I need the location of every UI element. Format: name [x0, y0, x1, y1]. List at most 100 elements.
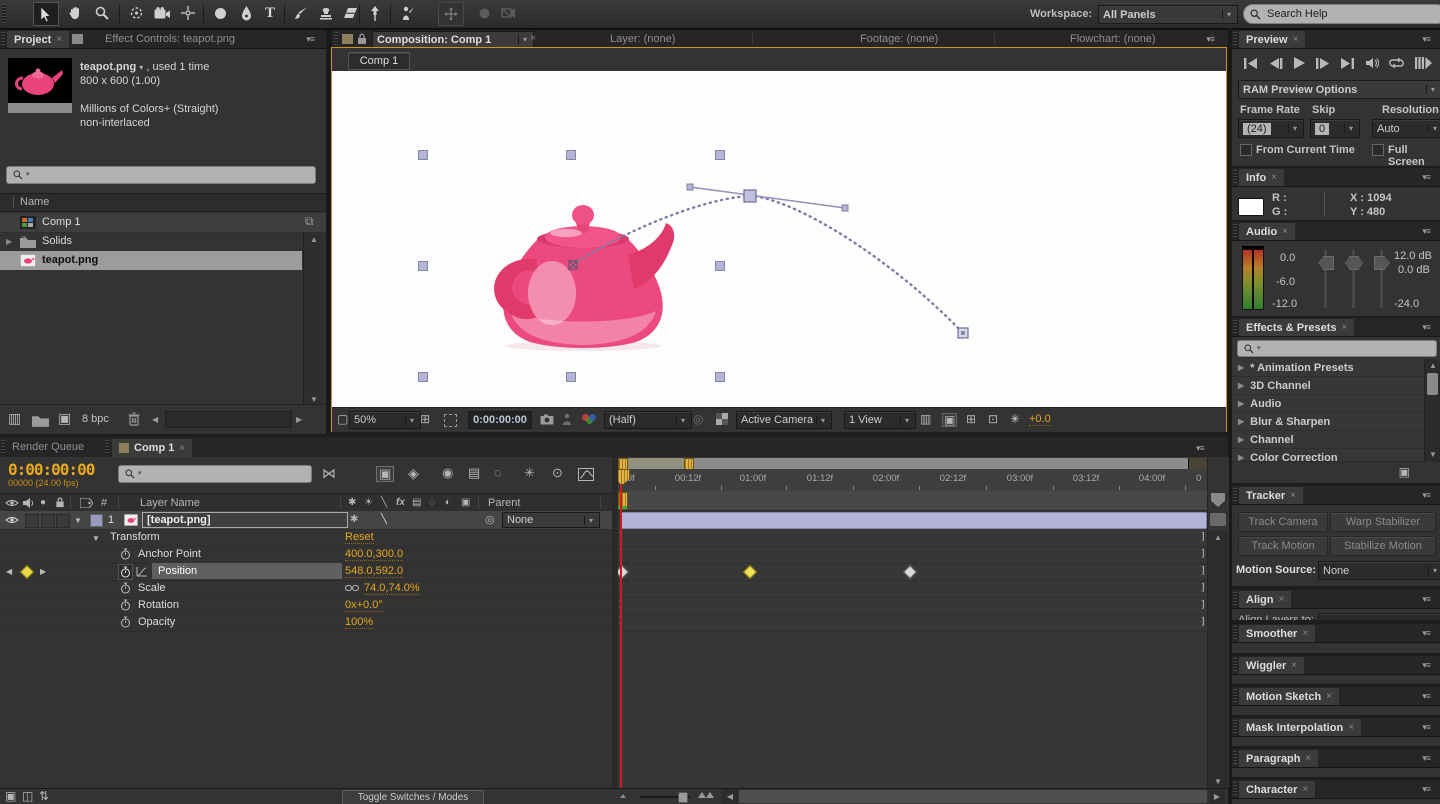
prev-frame-icon[interactable]	[1269, 57, 1283, 69]
anchor-point-row[interactable]: Anchor Point 400.0,300.0	[0, 546, 612, 564]
label-column-icon[interactable]	[80, 498, 93, 508]
tab-tracker[interactable]: Tracker ×	[1239, 487, 1303, 504]
ram-preview-options-dropdown[interactable]: RAM Preview Options ▾	[1238, 80, 1440, 99]
close-icon[interactable]: ×	[1290, 490, 1296, 501]
stopwatch-icon[interactable]	[120, 599, 131, 611]
transparency-grid-icon[interactable]	[716, 413, 728, 425]
tab-composition[interactable]: Composition: Comp 1 ▾	[372, 31, 534, 48]
zoom-in-timeline-icon[interactable]	[698, 792, 706, 798]
view-axis-mode-icon[interactable]	[496, 2, 520, 24]
text-tool-icon[interactable]: T	[258, 2, 282, 24]
work-area-band[interactable]	[618, 491, 1207, 511]
toggle-switches-modes-button[interactable]: Toggle Switches / Modes	[342, 790, 484, 804]
tab-preview[interactable]: Preview ×	[1239, 31, 1306, 48]
tab-paragraph[interactable]: Paragraph ×	[1239, 750, 1319, 767]
brush-tool-icon[interactable]	[289, 2, 313, 24]
effects-search-field[interactable]: ▾	[1237, 340, 1437, 357]
tab-motion-sketch[interactable]: Motion Sketch ×	[1239, 688, 1340, 705]
next-keyframe-icon[interactable]: ▶	[40, 566, 46, 578]
panel-menu-icon[interactable]: ▾≡	[1422, 322, 1431, 333]
skip-dropdown[interactable]: 0 ▾	[1310, 119, 1360, 138]
layer-quality-icon[interactable]: ╲	[381, 514, 387, 526]
audio-left-slider[interactable]	[1318, 256, 1334, 270]
property-name[interactable]: Scale	[138, 582, 166, 594]
parent-pickwhip-icon[interactable]: ◎	[485, 514, 495, 526]
position-highlight[interactable]: Position	[152, 563, 342, 579]
exposure-value[interactable]: +0.0	[1029, 413, 1051, 426]
column-header-name[interactable]: Name	[0, 193, 326, 212]
timeline-vscrollbar[interactable]: ▲ ▼	[1208, 531, 1228, 788]
layer-row[interactable]: ▼ 1 [teapot.png] ✱ ╲ ◎ None ▾	[0, 511, 612, 530]
new-animation-preset-icon[interactable]: ▣	[1399, 466, 1410, 478]
close-icon[interactable]: ×	[1302, 784, 1308, 795]
region-of-interest-icon[interactable]	[444, 414, 457, 427]
tab-effects-presets[interactable]: Effects & Presets ×	[1239, 319, 1355, 336]
track-motion-button[interactable]: Track Motion	[1238, 536, 1328, 556]
comp-marker-bin[interactable]	[1211, 493, 1225, 507]
close-icon[interactable]: ×	[1348, 722, 1354, 733]
close-icon[interactable]: ×	[1291, 660, 1297, 671]
layer-name-box[interactable]: [teapot.png]	[142, 512, 348, 528]
trash-icon[interactable]	[128, 412, 140, 426]
timeline-graph-area[interactable]: 0:00f 00:12f 01:00f 01:12f 02:00f 02:12f…	[618, 457, 1207, 788]
comp-viewer-tab[interactable]: Comp 1	[348, 52, 410, 70]
position-row[interactable]: ▶ ▶ Position 548.0,592.0	[0, 563, 612, 581]
show-snapshot-icon[interactable]	[562, 413, 572, 425]
expand-transfer-controls-icon[interactable]: ◫	[22, 790, 33, 802]
tab-effect-controls[interactable]: Effect Controls: teapot.png	[105, 33, 235, 45]
project-list-scrollbar[interactable]: ▲ ▼	[303, 232, 324, 407]
new-folder-icon[interactable]	[32, 414, 49, 427]
quality-column-icon[interactable]: ╲	[381, 497, 387, 509]
eye-icon[interactable]	[5, 498, 19, 508]
footage-name[interactable]: teapot.png	[80, 61, 136, 73]
tab-project[interactable]: Project ×	[7, 31, 70, 48]
close-icon[interactable]: ×	[530, 33, 536, 44]
panel-menu-icon[interactable]: ▾≡	[306, 34, 315, 45]
effects-category[interactable]: ▶ Channel	[1232, 431, 1424, 449]
threed-column-icon[interactable]: ▣	[461, 497, 470, 509]
close-icon[interactable]: ×	[1305, 753, 1311, 764]
frame-rate-dropdown[interactable]: (24) ▾	[1238, 119, 1304, 138]
effects-category[interactable]: ▶ Audio	[1232, 395, 1424, 413]
local-axis-mode-icon[interactable]	[438, 2, 464, 26]
shy-column-icon[interactable]: ✱	[348, 497, 356, 509]
comp-flowchart-icon[interactable]: ⊡	[988, 413, 998, 425]
tab-smoother[interactable]: Smoother ×	[1239, 625, 1316, 642]
selection-tool-icon[interactable]	[33, 2, 59, 26]
tab-wiggler[interactable]: Wiggler ×	[1239, 657, 1305, 674]
resolution-dropdown[interactable]: (Half) ▾	[604, 411, 692, 429]
disclosure-right-icon[interactable]: ▶	[1238, 363, 1244, 372]
position-value[interactable]: 548.0,592.0	[345, 565, 404, 578]
close-icon[interactable]: ×	[1302, 628, 1308, 639]
pan-behind-tool-icon[interactable]	[176, 2, 200, 24]
panel-menu-icon[interactable]: ▾≡	[1422, 226, 1431, 237]
audio-right-slider[interactable]	[1374, 256, 1390, 270]
comp-button[interactable]	[1210, 513, 1226, 526]
stopwatch-icon-active[interactable]	[118, 564, 133, 580]
zoom-out-timeline-icon[interactable]	[620, 794, 626, 798]
shape-tool-icon[interactable]	[208, 2, 232, 24]
zoom-in-timeline-icon[interactable]	[706, 792, 714, 798]
layer-label-swatch[interactable]	[90, 514, 103, 527]
tab-layer[interactable]: Layer: (none)	[610, 33, 675, 45]
view-layout-dropdown[interactable]: 1 View ▾	[844, 411, 916, 429]
draft-3d-icon[interactable]: ◈	[408, 466, 419, 480]
share-view-icon[interactable]: ▥	[920, 413, 931, 425]
expand-stretch-icon[interactable]: ⇅	[39, 790, 49, 802]
interpret-footage-icon[interactable]: ▥	[8, 411, 21, 425]
audio-mute-icon[interactable]	[1365, 57, 1379, 69]
frame-blend-column-icon[interactable]: ▤	[412, 497, 421, 509]
eye-icon[interactable]	[5, 515, 19, 525]
panel-menu-icon[interactable]: ▾≡	[1422, 722, 1431, 733]
ram-preview-icon[interactable]	[1414, 57, 1432, 69]
snapshot-icon[interactable]	[540, 414, 554, 425]
hscroll-left-button[interactable]: ◀	[722, 789, 738, 804]
close-icon[interactable]: ×	[56, 34, 62, 45]
chevron-down-icon[interactable]: ▾	[139, 62, 143, 74]
motion-source-dropdown[interactable]: None ▾	[1318, 561, 1440, 580]
effects-category[interactable]: ▶ Blur & Sharpen	[1232, 413, 1424, 431]
shy-layers-icon[interactable]: ◉	[442, 466, 453, 479]
comp-viewer[interactable]	[332, 71, 1226, 407]
align-layers-dropdown[interactable]	[1318, 613, 1440, 620]
stabilize-motion-button[interactable]: Stabilize Motion	[1330, 536, 1436, 556]
